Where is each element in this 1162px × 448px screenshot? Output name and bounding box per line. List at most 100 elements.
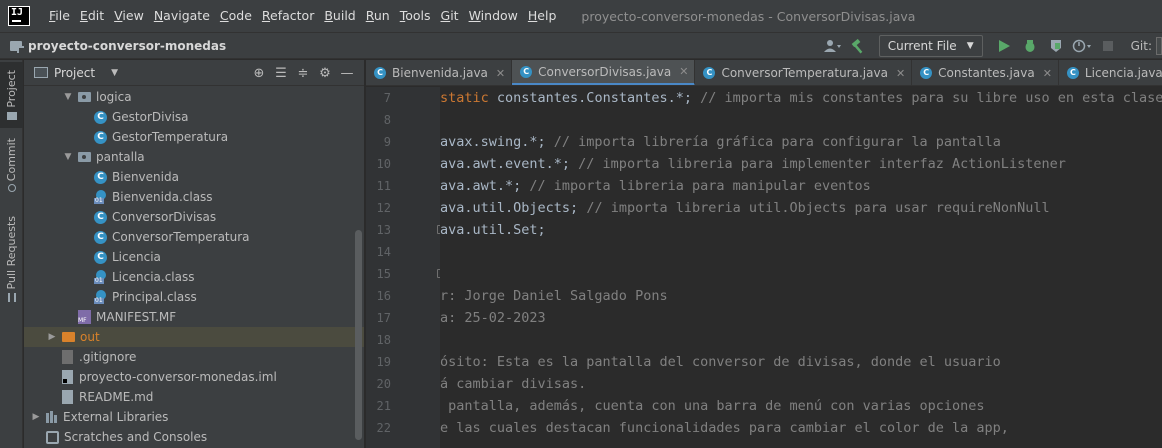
- coverage-icon[interactable]: [1045, 36, 1067, 56]
- menu-git[interactable]: Git: [436, 0, 464, 32]
- editor-tab-label: ConversorTemperatura.java: [721, 66, 888, 80]
- navigation-bar: proyecto-conversor-monedas Current File …: [0, 32, 1162, 59]
- menu-file[interactable]: File: [44, 0, 75, 32]
- menu-code[interactable]: Code: [215, 0, 257, 32]
- git-actions-field[interactable]: [1156, 36, 1162, 55]
- run-configuration-select[interactable]: Current File ▼: [878, 34, 983, 57]
- tree-row[interactable]: ConversorDivisas: [24, 207, 364, 227]
- line-number: 10: [376, 157, 391, 171]
- editor-tab[interactable]: Constantes.java ✕: [912, 60, 1059, 85]
- editor-tab[interactable]: ConversorDivisas.java ✕: [512, 60, 696, 85]
- tree-item-label: ConversorDivisas: [112, 210, 217, 224]
- close-icon[interactable]: ✕: [679, 65, 688, 78]
- project-tool-window: Project ▼ ⊕ ☰ ≑ ⚙ — ▼ logica GestorDivisa G…: [24, 60, 365, 448]
- intellij-logo-icon: IJ: [8, 6, 30, 26]
- tree-row[interactable]: ▶ External Libraries: [24, 407, 364, 427]
- code-token: ava.awt.*;: [440, 178, 530, 194]
- project-tree-scrollbar[interactable]: [355, 230, 362, 440]
- tree-row[interactable]: ▶ out: [24, 327, 364, 347]
- tree-row[interactable]: Bienvenida: [24, 167, 364, 187]
- build-hammer-icon[interactable]: [847, 36, 869, 56]
- menu-navigate[interactable]: Navigate: [149, 0, 215, 32]
- menu-mnemonic: W: [468, 8, 481, 23]
- editor-tab[interactable]: ConversorTemperatura.java ✕: [695, 60, 913, 85]
- tree-row[interactable]: ▼ pantalla: [24, 147, 364, 167]
- tree-row[interactable]: .gitignore: [24, 347, 364, 367]
- tree-item-label: proyecto-conversor-monedas.iml: [79, 370, 277, 384]
- tree-row[interactable]: MANIFEST.MF: [24, 307, 364, 327]
- project-panel-tools: ⊕ ☰ ≑ ⚙ —: [248, 60, 358, 86]
- code-token: ava.util.Objects;: [440, 200, 587, 216]
- stop-icon[interactable]: [1097, 36, 1119, 56]
- editor-tab[interactable]: Licencia.java✕: [1059, 60, 1162, 85]
- tree-row[interactable]: Licencia: [24, 247, 364, 267]
- editor-tab-label: Constantes.java: [938, 66, 1035, 80]
- project-panel-title[interactable]: Project: [54, 66, 95, 80]
- tree-row[interactable]: README.md: [24, 387, 364, 407]
- line-number: 18: [376, 333, 391, 347]
- menu-build[interactable]: Build: [319, 0, 360, 32]
- code-token: á cambiar divisas.: [440, 376, 587, 392]
- hide-panel-icon[interactable]: —: [336, 66, 358, 81]
- line-number: 12: [376, 201, 391, 215]
- chevron-down-icon[interactable]: ▼: [111, 68, 118, 78]
- editor-tab[interactable]: Bienvenida.java ✕: [366, 60, 513, 85]
- line-number: 19: [376, 355, 391, 369]
- tree-item-label: Scratches and Consoles: [64, 430, 208, 444]
- tree-item-label: .gitignore: [79, 350, 137, 364]
- chevron-down-icon[interactable]: ▼: [62, 92, 74, 102]
- code-token: ava.util.Set;: [440, 222, 546, 238]
- chevron-down-icon[interactable]: ▼: [62, 152, 74, 162]
- line-number: 8: [383, 113, 391, 127]
- tree-row[interactable]: GestorDivisa: [24, 107, 364, 127]
- code-line: r: Jorge Daniel Salgado Pons: [440, 285, 1162, 307]
- chevron-right-icon[interactable]: ▶: [46, 332, 58, 342]
- menu-view[interactable]: View: [109, 0, 149, 32]
- code-line: ava.util.Objects; // importa libreria ut…: [440, 197, 1162, 219]
- tree-row[interactable]: Bienvenida.class: [24, 187, 364, 207]
- close-icon[interactable]: ✕: [1043, 67, 1052, 80]
- project-tool-tab[interactable]: Project: [0, 62, 23, 128]
- profile-icon[interactable]: [1071, 36, 1093, 56]
- java-class-icon: [94, 170, 107, 184]
- commit-tool-tab[interactable]: Commit: [0, 134, 23, 196]
- gear-icon[interactable]: ⚙: [314, 66, 336, 81]
- tree-row[interactable]: Scratches and Consoles: [24, 427, 364, 447]
- scratches-icon: [46, 430, 59, 444]
- menu-refactor[interactable]: Refactor: [257, 0, 319, 32]
- tree-row[interactable]: proyecto-conversor-monedas.iml: [24, 367, 364, 387]
- menu-tools[interactable]: Tools: [395, 0, 436, 32]
- chevron-right-icon[interactable]: ▶: [30, 412, 42, 422]
- code-token: // importa libreria util.Objects para us…: [586, 200, 1050, 216]
- breadcrumb-project[interactable]: proyecto-conversor-monedas: [28, 39, 226, 53]
- user-icon[interactable]: [821, 36, 843, 56]
- tree-row[interactable]: ▼ logica: [24, 87, 364, 107]
- close-icon[interactable]: ✕: [496, 67, 505, 80]
- code-editor[interactable]: static constantes.Constantes.*; // impor…: [440, 87, 1162, 448]
- pull-requests-tool-tab[interactable]: Pull Requests: [0, 216, 23, 302]
- menu-run[interactable]: Run: [361, 0, 395, 32]
- collapse-all-icon[interactable]: ≑: [292, 66, 314, 81]
- editor-tab-label: ConversorDivisas.java: [538, 64, 672, 79]
- git-label: Git:: [1130, 38, 1152, 53]
- line-number: 9: [383, 135, 391, 149]
- tree-row[interactable]: GestorTemperatura: [24, 127, 364, 147]
- close-icon[interactable]: ✕: [896, 67, 905, 80]
- menu-mnemonic: R: [261, 8, 271, 23]
- java-class-icon: [703, 67, 716, 79]
- expand-all-icon[interactable]: ☰: [270, 66, 292, 81]
- select-opened-file-icon[interactable]: ⊕: [248, 66, 270, 81]
- java-class-icon: [94, 210, 107, 224]
- menu-label-rest: it: [450, 8, 459, 23]
- code-line: a: 25-02-2023: [440, 307, 1162, 329]
- tree-row[interactable]: Principal.class: [24, 287, 364, 307]
- menu-edit[interactable]: Edit: [75, 0, 109, 32]
- debug-icon[interactable]: [1019, 36, 1041, 56]
- tree-row[interactable]: ConversorTemperatura: [24, 227, 364, 247]
- run-icon[interactable]: [993, 36, 1015, 56]
- tree-row[interactable]: Licencia.class: [24, 267, 364, 287]
- menu-help[interactable]: Help: [523, 0, 562, 32]
- tree-item-label: logica: [96, 90, 132, 104]
- menu-window[interactable]: Window: [464, 0, 523, 32]
- gitignore-file-icon: [62, 350, 73, 364]
